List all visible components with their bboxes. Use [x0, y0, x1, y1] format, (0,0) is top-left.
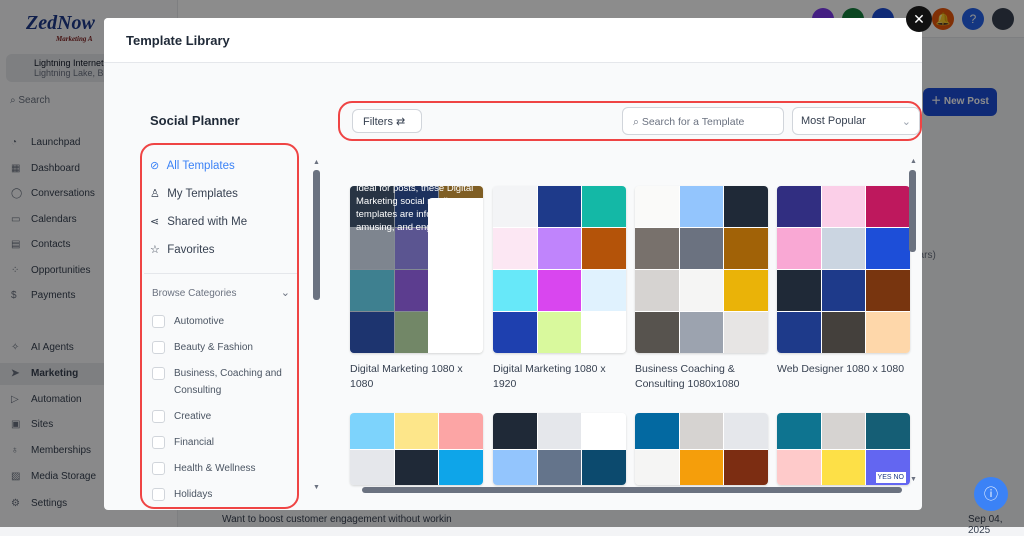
template-card[interactable]	[350, 413, 483, 485]
template-card[interactable]: Business Coaching & Consulting 1080x1080	[635, 186, 768, 392]
category-checkbox[interactable]: Creative	[152, 408, 292, 425]
divider	[144, 273, 297, 274]
template-thumbnail[interactable]	[350, 413, 483, 485]
filters-button[interactable]: Filters ⇄	[352, 109, 422, 133]
category-checkbox[interactable]: Business, Coaching and Consulting	[152, 365, 292, 399]
category-checkbox[interactable]: Financial	[152, 434, 292, 451]
grid-scrollbar[interactable]	[909, 170, 916, 252]
template-thumbnail[interactable]: YES NO	[777, 413, 910, 485]
template-sidebar: ⊘ All Templates ♙ My Templates ⋖ Shared wi…	[140, 143, 299, 509]
template-library-modal: Template Library Social Planner ⊘ All Te…	[104, 18, 922, 510]
template-card[interactable]	[635, 413, 768, 485]
share-icon: ⋖	[150, 216, 160, 228]
checkbox[interactable]	[152, 436, 165, 449]
view-item[interactable]: ☆ Favorites	[150, 243, 215, 256]
template-card[interactable]	[493, 413, 626, 485]
template-thumbnail[interactable]	[635, 186, 768, 353]
template-description: Ideal for posts, these Digital Marketing…	[356, 186, 474, 233]
checkbox[interactable]	[152, 315, 165, 328]
sidebar-scrollbar[interactable]	[313, 170, 320, 300]
checkbox[interactable]	[152, 410, 165, 423]
chevron-down-icon: ⌄	[280, 287, 290, 299]
chevron-down-icon: ⌄	[901, 116, 911, 128]
check-circle-icon: ⊘	[150, 160, 160, 172]
category-checkbox[interactable]: Holidays	[152, 486, 292, 503]
browse-categories-toggle[interactable]: Browse Categories ⌄	[152, 287, 292, 299]
checkbox[interactable]	[152, 462, 165, 475]
user-icon: ♙	[150, 188, 160, 200]
template-title: Digital Marketing 1080 x 1920	[493, 363, 606, 390]
modal-title: Template Library	[104, 18, 922, 63]
template-title: Business Coaching & Consulting 1080x1080	[635, 363, 740, 390]
category-checkbox[interactable]: Health & Wellness	[152, 460, 292, 477]
sidebar-title: Social Planner	[150, 113, 240, 128]
grid-horizontal-scrollbar[interactable]	[362, 487, 902, 493]
template-thumbnail[interactable]	[493, 413, 626, 485]
template-card[interactable]: Web Designer 1080 x 1080	[777, 186, 910, 377]
category-checkbox[interactable]: Beauty & Fashion	[152, 339, 292, 356]
checkbox[interactable]	[152, 367, 165, 380]
template-thumbnail[interactable]	[635, 413, 768, 485]
category-checkbox[interactable]: Automotive	[152, 313, 292, 330]
search-icon: ⌕	[633, 116, 639, 128]
sliders-icon: ⇄	[396, 116, 406, 128]
view-item[interactable]: ♙ My Templates	[150, 187, 238, 200]
checkbox[interactable]	[152, 488, 165, 501]
view-item[interactable]: ⊘ All Templates	[150, 159, 235, 172]
template-thumbnail[interactable]: 👁☆Ideal for posts, these Digital Marketi…	[350, 186, 483, 353]
star-icon: ☆	[150, 244, 160, 256]
template-card[interactable]: Digital Marketing 1080 x 1920	[493, 186, 626, 392]
template-title: Web Designer 1080 x 1080	[777, 363, 905, 375]
sort-select[interactable]: Most Popular ⌄	[792, 107, 920, 135]
chat-widget-button[interactable]: ⓘ	[974, 477, 1008, 511]
template-card[interactable]: YES NO	[777, 413, 910, 485]
template-search-input[interactable]: ⌕ Search for a Template	[622, 107, 784, 135]
template-title: Digital Marketing 1080 x 1080	[350, 363, 463, 390]
view-item[interactable]: ⋖ Shared with Me	[150, 215, 247, 228]
template-thumbnail[interactable]	[777, 186, 910, 353]
yes-no-badge: YES NO	[875, 472, 906, 483]
template-toolbar: Filters ⇄ ⌕ Search for a Template Most P…	[338, 101, 922, 141]
template-card[interactable]: 👁☆Ideal for posts, these Digital Marketi…	[350, 186, 483, 392]
template-thumbnail[interactable]	[493, 186, 626, 353]
close-modal-button[interactable]: ✕	[906, 6, 932, 32]
checkbox[interactable]	[152, 341, 165, 354]
